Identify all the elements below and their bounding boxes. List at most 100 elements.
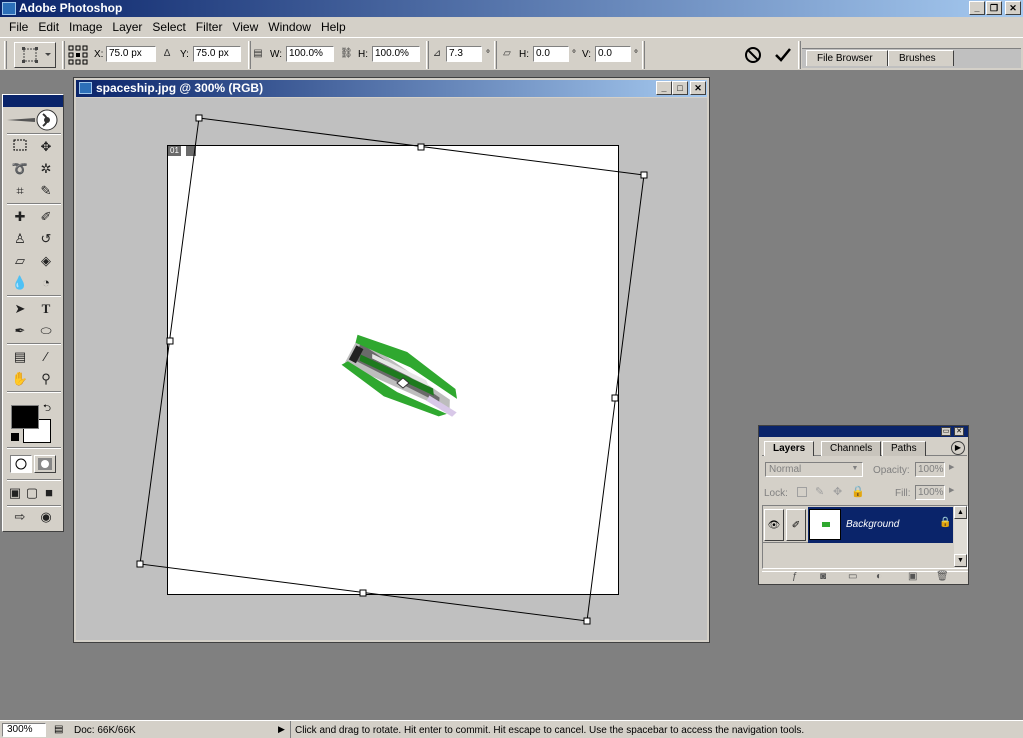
opacity-input[interactable]: 100% bbox=[915, 462, 945, 477]
slice-tool-icon[interactable]: ✎ bbox=[35, 181, 57, 201]
full-screen-menu-mode-icon[interactable]: ▢ bbox=[23, 483, 41, 503]
tab-paths[interactable]: Paths bbox=[882, 441, 926, 456]
document-title-bar[interactable]: spaceship.jpg @ 300% (RGB) _ □ ✕ bbox=[76, 80, 707, 97]
standard-screen-mode-icon[interactable]: ▣ bbox=[6, 483, 24, 503]
layer-brush-icon[interactable]: ✐ bbox=[786, 509, 806, 541]
imageready-icon[interactable]: ◉ bbox=[35, 507, 57, 527]
new-layer-set-icon[interactable]: ▭ bbox=[848, 571, 857, 582]
options-bar-grip[interactable] bbox=[4, 41, 7, 69]
tool-preset-picker[interactable] bbox=[14, 42, 56, 68]
quick-mask-mode-button[interactable] bbox=[34, 455, 56, 473]
minimize-button[interactable]: _ bbox=[969, 1, 985, 15]
doc-minimize-button[interactable]: _ bbox=[656, 81, 672, 95]
fill-input[interactable]: 100% bbox=[915, 485, 945, 500]
zoom-tool-icon[interactable]: ⚲ bbox=[35, 369, 57, 389]
lock-all-icon[interactable]: 🔒 bbox=[851, 485, 865, 498]
lock-image-icon[interactable]: ✎ bbox=[815, 485, 824, 498]
cancel-transform-icon[interactable] bbox=[744, 46, 762, 64]
brush-tool-icon[interactable]: ✐ bbox=[35, 207, 57, 227]
layer-style-icon[interactable]: ƒ bbox=[792, 571, 798, 582]
layer-mask-icon[interactable]: ◙ bbox=[820, 571, 826, 582]
move-tool-icon[interactable]: ✥ bbox=[35, 137, 57, 157]
horizontal-skew-input[interactable]: 0.0 bbox=[533, 46, 569, 62]
pen-tool-icon[interactable]: ✒ bbox=[9, 321, 31, 341]
hand-tool-icon[interactable]: ✋ bbox=[9, 369, 31, 389]
y-position-input[interactable]: 75.0 px bbox=[193, 46, 241, 62]
width-input[interactable]: 100.0% bbox=[286, 46, 334, 62]
transform-handle-bottom-left[interactable] bbox=[136, 560, 144, 568]
lock-position-icon[interactable]: ✥ bbox=[833, 485, 842, 498]
jump-to-imageready-icon[interactable]: ⇨ bbox=[9, 507, 31, 527]
palette-menu-button[interactable]: ▶ bbox=[951, 441, 965, 455]
menu-edit[interactable]: Edit bbox=[33, 17, 64, 37]
standard-mode-button[interactable] bbox=[10, 455, 32, 473]
ellipse-tool-icon[interactable]: ⬭ bbox=[35, 321, 57, 341]
notes-tool-icon[interactable]: ▤ bbox=[9, 347, 31, 367]
paint-bucket-tool-icon[interactable]: ◈ bbox=[35, 251, 57, 271]
adobe-online-icon[interactable] bbox=[5, 108, 61, 132]
healing-brush-tool-icon[interactable]: ✚ bbox=[9, 207, 31, 227]
menu-image[interactable]: Image bbox=[64, 17, 107, 37]
tab-layers[interactable]: Layers bbox=[764, 441, 815, 456]
dodge-tool-icon[interactable]: ◔ bbox=[35, 273, 57, 293]
menu-window[interactable]: Window bbox=[263, 17, 316, 37]
doc-maximize-button[interactable]: □ bbox=[672, 81, 688, 95]
transform-handle-bottom[interactable] bbox=[359, 589, 367, 597]
blur-tool-icon[interactable]: 💧 bbox=[9, 273, 31, 293]
vertical-skew-input[interactable]: 0.0 bbox=[595, 46, 631, 62]
clone-stamp-tool-icon[interactable]: ♙ bbox=[9, 229, 31, 249]
opacity-slider-arrow-icon[interactable]: ▶ bbox=[949, 463, 954, 471]
transform-handle-top-left[interactable] bbox=[195, 114, 203, 122]
new-layer-icon[interactable]: ▣ bbox=[908, 571, 917, 582]
crop-tool-icon[interactable]: ⌗ bbox=[9, 181, 31, 201]
menu-layer[interactable]: Layer bbox=[107, 17, 147, 37]
tab-channels[interactable]: Channels bbox=[821, 441, 882, 456]
history-brush-tool-icon[interactable]: ↺ bbox=[35, 229, 57, 249]
toolbox-title-bar[interactable] bbox=[3, 95, 63, 107]
commit-transform-icon[interactable] bbox=[774, 46, 792, 64]
doc-close-button[interactable]: ✕ bbox=[690, 81, 706, 95]
lock-transparency-icon[interactable] bbox=[797, 487, 807, 497]
document-canvas-area[interactable]: 01 bbox=[76, 98, 707, 640]
path-selection-tool-icon[interactable]: ➤ bbox=[9, 299, 31, 319]
transform-handle-top[interactable] bbox=[417, 143, 425, 151]
x-position-input[interactable]: 75.0 px bbox=[106, 46, 156, 62]
trash-icon[interactable]: 🗑 bbox=[936, 571, 949, 582]
swap-colors-icon[interactable]: ⮌ bbox=[43, 401, 51, 418]
scroll-up-button[interactable]: ▲ bbox=[954, 506, 967, 519]
zoom-level-field[interactable]: 300% bbox=[2, 723, 46, 737]
menu-help[interactable]: Help bbox=[316, 17, 351, 37]
rotation-angle-input[interactable]: 7.3 bbox=[446, 46, 482, 62]
transform-handle-bottom-right[interactable] bbox=[583, 617, 591, 625]
marquee-tool-icon[interactable] bbox=[9, 137, 31, 157]
palette-well-tab-file-browser[interactable]: File Browser bbox=[806, 50, 888, 66]
eyedropper-tool-icon[interactable]: ⁄ bbox=[35, 347, 57, 367]
layer-name[interactable]: Background bbox=[846, 519, 899, 530]
layers-scrollbar[interactable]: ▲ ▼ bbox=[954, 506, 967, 568]
palette-well-tab-brushes[interactable]: Brushes bbox=[888, 50, 954, 66]
restore-button[interactable]: ❐ bbox=[986, 1, 1002, 15]
transform-bounding-box[interactable] bbox=[76, 98, 707, 640]
palette-close-button[interactable]: ✕ bbox=[954, 427, 964, 436]
reference-point-icon[interactable] bbox=[68, 45, 88, 65]
close-button[interactable]: ✕ bbox=[1005, 1, 1021, 15]
lasso-tool-icon[interactable]: ➰ bbox=[9, 159, 31, 179]
visibility-eye-icon[interactable]: 👁 bbox=[764, 509, 784, 541]
default-colors-icon[interactable] bbox=[11, 433, 19, 441]
status-menu-arrow-icon[interactable]: ▶ bbox=[278, 724, 285, 735]
palette-minimize-button[interactable]: ▭ bbox=[941, 427, 951, 436]
magic-wand-tool-icon[interactable]: ✲ bbox=[35, 159, 57, 179]
foreground-color-swatch[interactable] bbox=[11, 405, 39, 429]
scroll-down-button[interactable]: ▼ bbox=[954, 554, 967, 567]
height-input[interactable]: 100.0% bbox=[372, 46, 420, 62]
transform-handle-left[interactable] bbox=[166, 337, 174, 345]
link-proportions-icon[interactable]: ⛓ bbox=[340, 47, 353, 61]
layer-row[interactable]: 👁 ✐ Background 🔒 bbox=[763, 507, 953, 543]
layers-palette-title-bar[interactable]: ▭ ✕ bbox=[759, 426, 968, 437]
menu-view[interactable]: View bbox=[227, 17, 263, 37]
fill-slider-arrow-icon[interactable]: ▶ bbox=[949, 486, 954, 494]
adjustment-layer-icon[interactable]: ◐ bbox=[876, 571, 882, 582]
type-tool-icon[interactable]: T bbox=[35, 299, 57, 319]
transform-handle-top-right[interactable] bbox=[640, 171, 648, 179]
full-screen-mode-icon[interactable]: ■ bbox=[40, 483, 58, 503]
